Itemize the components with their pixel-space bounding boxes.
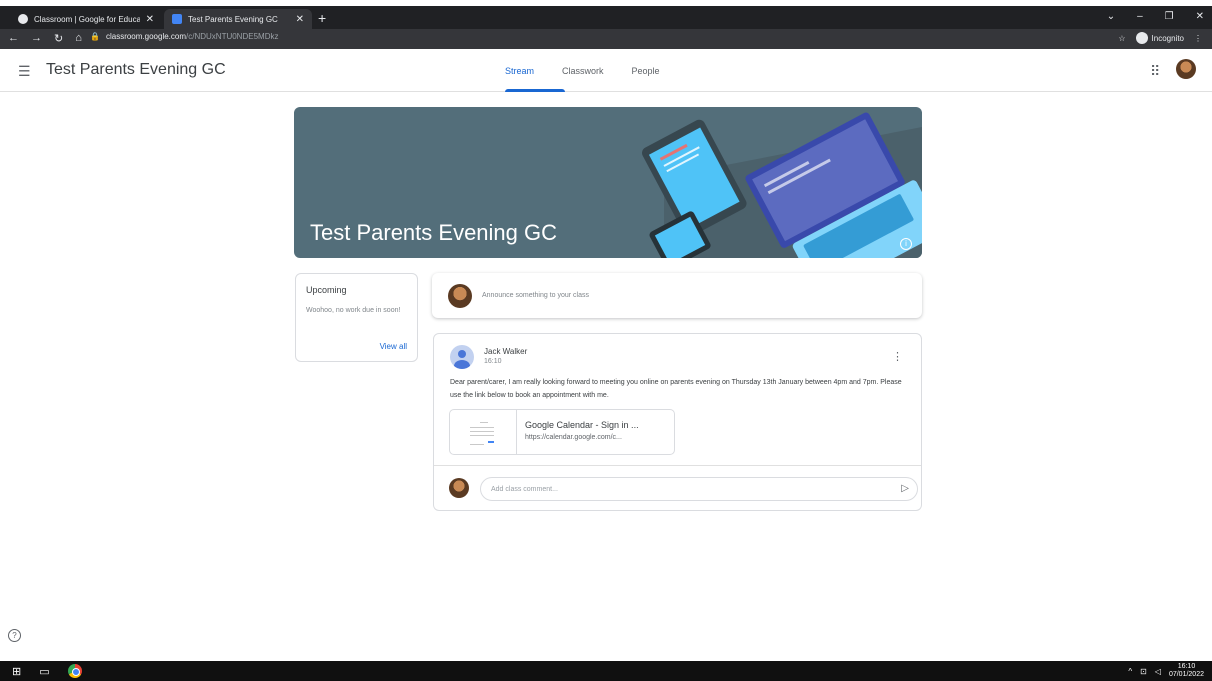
forward-icon[interactable]: → [31,32,42,45]
home-icon[interactable]: ⌂ [75,32,82,45]
apps-grid-icon[interactable]: ⠿ [1150,63,1160,80]
url-host: classroom.google.com [105,32,187,41]
classroom-header: ☰ Test Parents Evening GC Stream Classwo… [0,49,1212,92]
google-icon [18,14,28,24]
author-avatar [450,345,474,369]
view-all-link[interactable]: View all [380,342,407,351]
close-tab-icon[interactable]: ✕ [146,14,154,25]
network-icon[interactable]: ⊡ [1140,667,1147,676]
send-icon[interactable]: ▷ [901,483,909,494]
class-comment-input[interactable]: Add class comment... ▷ [480,477,918,501]
lock-icon[interactable]: 🔒 [90,32,100,41]
upcoming-text: Woohoo, no work due in soon! [306,307,401,314]
windows-start-icon[interactable]: ⊞ [12,665,21,678]
star-icon[interactable]: ☆ [1118,34,1125,43]
chrome-icon[interactable] [67,664,82,678]
clock-time: 16:10 [1177,663,1196,670]
tab-people[interactable]: People [632,49,660,92]
announcement-post: Jack Walker 16:10 ⋮ Dear parent/carer, I… [433,333,922,511]
url-field[interactable]: 🔒 classroom.google.com/c/NDUxNTU0NDE5MDk… [90,32,278,41]
attachment-url: https://calendar.google.com/c... [525,434,622,441]
restore-icon[interactable]: ❐ [1165,11,1174,22]
taskbar-left: ⊞ ▭ [12,664,82,678]
announce-placeholder: Announce something to your class [482,292,590,299]
task-view-icon[interactable]: ▭ [39,665,49,678]
nav-buttons: ← → ↻ ⌂ [8,32,82,45]
help-icon[interactable]: ? [8,629,21,642]
incognito-label: Incognito [1151,33,1184,43]
tab-title: Test Parents Evening GC [188,14,278,24]
hamburger-menu-icon[interactable]: ☰ [18,63,31,80]
close-tab-icon[interactable]: ✕ [296,14,304,25]
user-avatar [448,283,472,308]
post-body: Dear parent/carer, I am really looking f… [450,379,902,399]
clock[interactable]: 16:10 07/01/2022 [1169,663,1204,679]
banner-title: Test Parents Evening GC [310,220,558,245]
announce-box[interactable]: Announce something to your class [432,273,922,318]
new-tab-icon[interactable]: + [318,10,326,26]
post-author: Jack Walker [484,347,528,356]
system-tray: ^ ⊡ ◁ 16:10 07/01/2022 [1128,663,1204,679]
address-bar: ← → ↻ ⌂ 🔒 classroom.google.com/c/NDUxNTU… [0,29,1212,49]
back-icon[interactable]: ← [8,32,19,45]
more-options-icon[interactable]: ⋮ [892,350,903,363]
volume-icon[interactable]: ◁ [1155,667,1161,676]
browser-tab-bar: Classroom | Google for Education ✕ Test … [0,6,1212,29]
attachment-title: Google Calendar - Sign in ... [525,420,639,430]
url-path: /c/NDUxNTU0NDE5MDkz [186,32,279,41]
class-tabs: Stream Classwork People [505,49,660,92]
incognito-icon [1135,32,1148,44]
account-avatar[interactable] [1176,59,1196,79]
upcoming-card: Upcoming Woohoo, no work due in soon! Vi… [295,273,418,362]
comment-area: Add class comment... ▷ [434,465,921,511]
browser-tab-active[interactable]: Test Parents Evening GC ✕ [164,9,312,29]
show-hidden-icons-icon[interactable]: ^ [1128,667,1132,676]
comment-placeholder: Add class comment... [491,485,558,493]
post-time: 16:10 [484,358,502,365]
close-window-icon[interactable]: ✕ [1196,11,1204,22]
attachment-info: Google Calendar - Sign in ... https://ca… [517,410,647,454]
attachment-thumbnail [450,410,517,454]
reload-icon[interactable]: ↻ [54,32,63,45]
window-controls: ⌄ – ❐ ✕ [1107,11,1204,22]
tab-search-icon[interactable]: ⌄ [1107,11,1115,22]
tab-title: Classroom | Google for Education [34,14,140,24]
page: Classroom | Google for Education ✕ Test … [0,0,1212,681]
link-attachment[interactable]: Google Calendar - Sign in ... https://ca… [449,409,675,455]
upcoming-title: Upcoming [306,285,347,295]
laptop-illustration [642,112,922,258]
user-avatar [449,478,469,498]
info-icon[interactable]: i [900,238,912,250]
tab-stream[interactable]: Stream [505,49,566,92]
class-name[interactable]: Test Parents Evening GC [46,61,226,79]
incognito-indicator[interactable]: Incognito [1135,32,1184,44]
class-banner: Test Parents Evening GC i [294,107,922,258]
browser-right-controls: ☆ Incognito ⋮ [1118,32,1202,44]
minimize-icon[interactable]: – [1137,11,1143,22]
browser-tab-classroom[interactable]: Classroom | Google for Education ✕ [10,9,162,29]
classroom-icon [172,14,182,24]
more-menu-icon[interactable]: ⋮ [1194,34,1202,43]
windows-taskbar: ⊞ ▭ ^ ⊡ ◁ 16:10 07/01/2022 [0,661,1212,681]
tab-classwork[interactable]: Classwork [562,49,604,92]
clock-date: 07/01/2022 [1168,671,1204,678]
